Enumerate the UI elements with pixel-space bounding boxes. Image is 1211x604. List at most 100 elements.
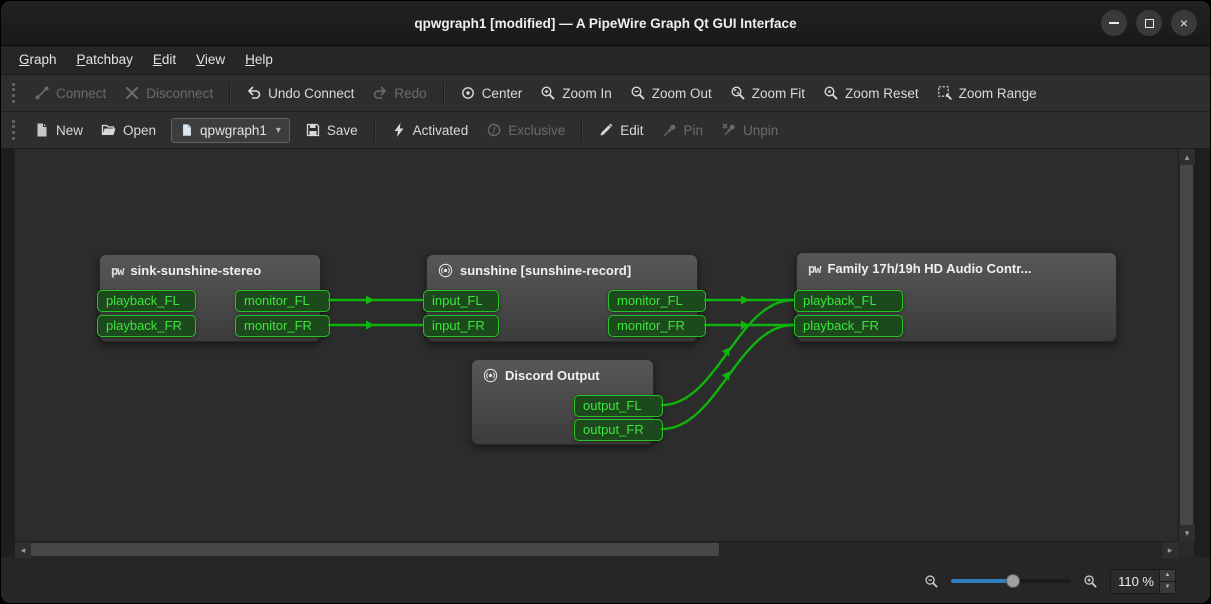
port-output-fr[interactable]: output_FR bbox=[574, 419, 663, 441]
new-button[interactable]: New bbox=[25, 117, 92, 143]
port-input-fl[interactable]: input_FL bbox=[423, 290, 499, 312]
chevron-down-icon: ▾ bbox=[276, 125, 281, 136]
zoom-fit-button[interactable]: Zoom Fit bbox=[721, 80, 814, 106]
node-sunshine-record[interactable]: sunshine [sunshine-record] input_FL inpu… bbox=[426, 254, 698, 342]
node-header: pw Family 17h/19h HD Audio Contr... bbox=[797, 253, 1116, 276]
port-output-fl[interactable]: output_FL bbox=[574, 395, 663, 417]
port-input-fr[interactable]: input_FR bbox=[423, 315, 499, 337]
scroll-left-button[interactable]: ◂ bbox=[15, 542, 31, 558]
center-button[interactable]: Center bbox=[451, 80, 532, 106]
undo-arrow-icon bbox=[246, 85, 262, 101]
connect-button: Connect bbox=[25, 80, 115, 106]
close-button[interactable]: × bbox=[1171, 10, 1197, 36]
spin-up-button[interactable]: ▲ bbox=[1160, 570, 1175, 582]
exclusive-circle-f-icon: f bbox=[486, 122, 502, 138]
toolbar-separator bbox=[229, 82, 230, 104]
maximize-button[interactable] bbox=[1136, 10, 1162, 36]
port-playback-fr[interactable]: playback_FR bbox=[97, 315, 196, 337]
zoom-slider-handle[interactable] bbox=[1006, 574, 1020, 588]
spin-down-icon: ▼ bbox=[1165, 584, 1171, 590]
new-file-icon bbox=[34, 122, 50, 138]
zoom-range-label: Zoom Range bbox=[959, 86, 1037, 101]
zoom-out-icon[interactable] bbox=[924, 574, 939, 589]
horizontal-scrollbar[interactable]: ◂ ▸ bbox=[15, 541, 1178, 557]
save-button[interactable]: Save bbox=[296, 117, 367, 143]
scroll-up-button[interactable]: ▴ bbox=[1179, 149, 1195, 165]
zoom-slider-fill bbox=[951, 579, 1013, 583]
open-folder-icon bbox=[101, 122, 117, 138]
pin-button: Pin bbox=[653, 117, 713, 143]
zoom-fit-icon bbox=[730, 85, 746, 101]
horizontal-scrollbar-thumb[interactable] bbox=[31, 543, 719, 556]
port-monitor-fl[interactable]: monitor_FL bbox=[235, 290, 330, 312]
port-playback-fl[interactable]: playback_FL bbox=[97, 290, 196, 312]
menu-edit[interactable]: Edit bbox=[143, 46, 186, 74]
connect-label: Connect bbox=[56, 86, 106, 101]
menubar: Graph Patchbay Edit View Help bbox=[1, 46, 1210, 75]
node-discord-output[interactable]: Discord Output output_FL output_FR bbox=[471, 359, 654, 445]
activated-button[interactable]: Activated bbox=[382, 117, 478, 143]
exclusive-button: f Exclusive bbox=[477, 117, 574, 143]
app-window: qpwgraph1 [modified] — A PipeWire Graph … bbox=[0, 0, 1211, 604]
zoom-range-button[interactable]: Zoom Range bbox=[928, 80, 1046, 106]
scroll-right-button[interactable]: ▸ bbox=[1162, 542, 1178, 558]
spin-up-icon: ▲ bbox=[1165, 572, 1171, 578]
zoom-reset-label: Zoom Reset bbox=[845, 86, 919, 101]
pin-icon bbox=[662, 122, 678, 138]
zoom-in-icon[interactable] bbox=[1083, 574, 1098, 589]
undo-connect-label: Undo Connect bbox=[268, 86, 354, 101]
vertical-scrollbar[interactable]: ▴ ▾ bbox=[1178, 149, 1194, 541]
port-monitor-fl[interactable]: monitor_FL bbox=[608, 290, 706, 312]
spin-down-button[interactable]: ▼ bbox=[1160, 582, 1175, 593]
patchbay-selector-dropdown[interactable]: qpwgraph1 ▾ bbox=[171, 118, 290, 143]
pipewire-icon: pw bbox=[808, 262, 820, 276]
toolbar-drag-handle[interactable] bbox=[12, 120, 15, 140]
port-playback-fl[interactable]: playback_FL bbox=[794, 290, 903, 312]
zoom-reset-button[interactable]: Zoom Reset bbox=[814, 80, 928, 106]
port-playback-fr[interactable]: playback_FR bbox=[794, 315, 903, 337]
unpin-button: Unpin bbox=[712, 117, 787, 143]
connect-icon bbox=[34, 85, 50, 101]
zoom-reset-icon bbox=[823, 85, 839, 101]
toolbar-drag-handle[interactable] bbox=[12, 83, 15, 103]
lightning-bolt-icon bbox=[391, 122, 407, 138]
zoom-in-icon bbox=[540, 85, 556, 101]
minimize-icon bbox=[1109, 22, 1119, 24]
open-label: Open bbox=[123, 123, 156, 138]
toolbar-separator bbox=[581, 119, 582, 141]
close-icon: × bbox=[1180, 16, 1188, 30]
scroll-down-button[interactable]: ▾ bbox=[1179, 525, 1195, 541]
patchbay-file-icon bbox=[180, 123, 194, 137]
node-sink-sunshine-stereo[interactable]: pw sink-sunshine-stereo playback_FL play… bbox=[99, 254, 321, 342]
save-floppy-icon bbox=[305, 122, 321, 138]
toolbar-patchbay: New Open qpwgraph1 ▾ Save Activated f Ex… bbox=[1, 112, 1210, 149]
port-monitor-fr[interactable]: monitor_FR bbox=[608, 315, 706, 337]
node-family-hd-audio-controller[interactable]: pw Family 17h/19h HD Audio Contr... play… bbox=[796, 252, 1117, 342]
menu-help[interactable]: Help bbox=[235, 46, 283, 74]
edit-label: Edit bbox=[620, 123, 643, 138]
port-monitor-fr[interactable]: monitor_FR bbox=[235, 315, 330, 337]
zoom-percent-spinbox[interactable]: 110 % ▲ ▼ bbox=[1110, 569, 1176, 594]
zoom-in-button[interactable]: Zoom In bbox=[531, 80, 621, 106]
node-title: Discord Output bbox=[505, 368, 600, 383]
vertical-scrollbar-thumb[interactable] bbox=[1180, 165, 1193, 525]
zoom-out-button[interactable]: Zoom Out bbox=[621, 80, 721, 106]
open-button[interactable]: Open bbox=[92, 117, 165, 143]
graph-canvas[interactable]: pw sink-sunshine-stereo playback_FL play… bbox=[15, 149, 1178, 541]
scrollbar-corner bbox=[1178, 541, 1194, 557]
menu-patchbay[interactable]: Patchbay bbox=[67, 46, 143, 74]
exclusive-label: Exclusive bbox=[508, 123, 565, 138]
canvas-frame: pw sink-sunshine-stereo playback_FL play… bbox=[1, 149, 1210, 557]
unpin-label: Unpin bbox=[743, 123, 778, 138]
zoom-slider[interactable] bbox=[951, 574, 1071, 588]
menu-view[interactable]: View bbox=[186, 46, 235, 74]
node-title: Family 17h/19h HD Audio Contr... bbox=[827, 261, 1031, 276]
center-label: Center bbox=[482, 86, 523, 101]
patchbay-selector-label: qpwgraph1 bbox=[200, 123, 267, 138]
minimize-button[interactable] bbox=[1101, 10, 1127, 36]
menu-graph[interactable]: Graph bbox=[9, 46, 67, 74]
undo-connect-button[interactable]: Undo Connect bbox=[237, 80, 363, 106]
unpin-icon bbox=[721, 122, 737, 138]
titlebar[interactable]: qpwgraph1 [modified] — A PipeWire Graph … bbox=[1, 1, 1210, 46]
edit-button[interactable]: Edit bbox=[589, 117, 652, 143]
